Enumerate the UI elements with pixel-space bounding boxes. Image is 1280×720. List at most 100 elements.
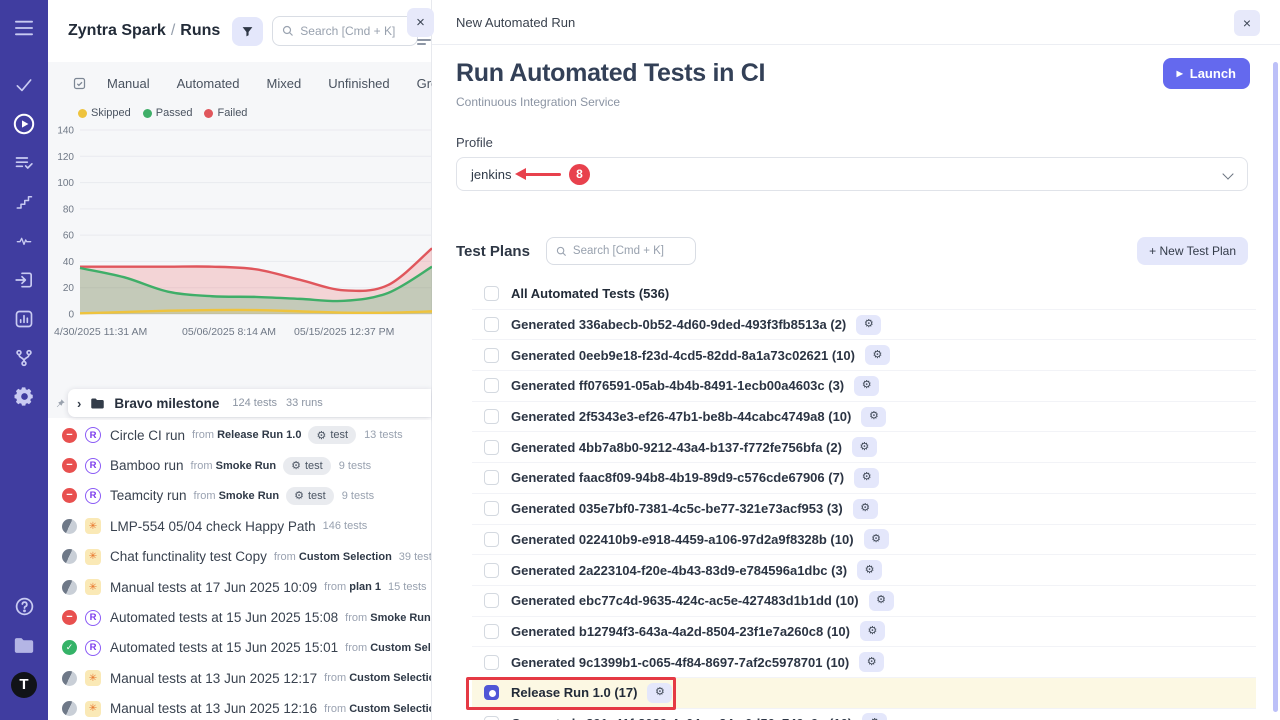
milestone-row[interactable]: › Bravo milestone 124 tests 33 runs bbox=[48, 388, 431, 418]
plan-checkbox[interactable] bbox=[484, 286, 499, 301]
tab-automated[interactable]: Automated bbox=[177, 76, 240, 91]
plan-checkbox[interactable] bbox=[484, 348, 499, 363]
sidebar-item-help[interactable] bbox=[9, 593, 39, 620]
run-row[interactable]: ✳Manual tests at 13 Jun 2025 12:17from C… bbox=[48, 663, 431, 693]
plan-checkbox[interactable] bbox=[484, 716, 499, 720]
test-plan-row[interactable]: Generated 2a223104-f20e-4b43-83d9-e78459… bbox=[472, 555, 1256, 586]
plan-settings-button[interactable]: ⚙ bbox=[857, 560, 882, 580]
svg-text:80: 80 bbox=[63, 204, 75, 215]
sidebar-item-analytics-chart[interactable] bbox=[9, 305, 39, 332]
runs-search bbox=[272, 16, 418, 46]
milestone-card[interactable]: › Bravo milestone 124 tests 33 runs bbox=[68, 389, 431, 417]
tab-manual[interactable]: Manual bbox=[107, 76, 150, 91]
test-plan-row[interactable]: Generated 336abecb-0b52-4d60-9ded-493f3f… bbox=[472, 310, 1256, 341]
plan-checkbox[interactable] bbox=[484, 655, 499, 670]
plan-checkbox[interactable] bbox=[484, 624, 499, 639]
test-plan-row[interactable]: Generated b12794f3-643a-4a2d-8504-23f1e7… bbox=[472, 617, 1256, 648]
run-row[interactable]: −RTeamcity runfrom Smoke Run⚙test9 tests bbox=[48, 481, 431, 511]
run-row[interactable]: −RCircle CI runfrom Release Run 1.0⚙test… bbox=[48, 420, 431, 450]
plan-checkbox[interactable] bbox=[484, 470, 499, 485]
sidebar-item-milestones-steps[interactable] bbox=[9, 188, 39, 215]
test-plan-row[interactable]: All Automated Tests (536) bbox=[472, 279, 1256, 310]
plan-settings-button[interactable]: ⚙ bbox=[852, 437, 877, 457]
branches-icon bbox=[14, 348, 34, 368]
modal-close-button[interactable]: × bbox=[1234, 10, 1260, 36]
run-title: LMP-554 05/04 check Happy Path bbox=[110, 519, 316, 534]
test-plan-row[interactable]: Generated faac8f09-94b8-4b19-89d9-c576cd… bbox=[472, 463, 1256, 494]
tab-mixed[interactable]: Mixed bbox=[267, 76, 302, 91]
plan-settings-button[interactable]: ⚙ bbox=[854, 468, 879, 488]
run-row[interactable]: −RBamboo runfrom Smoke Run⚙test9 tests bbox=[48, 450, 431, 480]
plan-settings-button[interactable]: ⚙ bbox=[859, 652, 884, 672]
select-all-icon[interactable] bbox=[72, 76, 87, 91]
launch-button[interactable]: ▶ Launch bbox=[1163, 58, 1250, 89]
expand-chevron-icon[interactable]: › bbox=[77, 396, 81, 411]
plan-checkbox[interactable] bbox=[484, 317, 499, 332]
run-from-target: Custom Selection bbox=[349, 672, 431, 684]
sidebar: T bbox=[0, 0, 48, 720]
breadcrumb-project[interactable]: Zyntra Spark bbox=[68, 22, 166, 39]
plan-settings-button[interactable]: ⚙ bbox=[854, 376, 879, 396]
in-progress-status-icon bbox=[62, 580, 77, 595]
plan-settings-button[interactable]: ⚙ bbox=[856, 315, 881, 335]
modal-content: Run Automated Tests in CI Continuous Int… bbox=[432, 45, 1280, 720]
run-row[interactable]: ✳Chat functinality test Copyfrom Custom … bbox=[48, 542, 431, 572]
x-axis-label: 05/15/2025 12:37 PM bbox=[294, 326, 394, 338]
plan-checkbox[interactable] bbox=[484, 685, 499, 700]
sidebar-item-tests-check[interactable] bbox=[9, 71, 39, 98]
test-plan-row[interactable]: Generated 2f5343e3-ef26-47b1-be8b-44cabc… bbox=[472, 402, 1256, 433]
test-plan-row[interactable]: Generated e891c41f-8039-4e64-aa24-e0d56e… bbox=[472, 709, 1256, 720]
run-row[interactable]: ✳Manual tests at 17 Jun 2025 10:09from p… bbox=[48, 572, 431, 602]
x-axis-label: 05/06/2025 8:14 AM bbox=[182, 326, 276, 338]
new-test-plan-button[interactable]: + New Test Plan bbox=[1137, 237, 1248, 265]
sidebar-item-branches[interactable] bbox=[9, 344, 39, 371]
test-plans-search-input[interactable] bbox=[573, 245, 685, 257]
filter-button[interactable] bbox=[232, 17, 263, 46]
run-row[interactable]: ✳Manual tests at 13 Jun 2025 12:16from C… bbox=[48, 694, 431, 720]
plan-checkbox[interactable] bbox=[484, 378, 499, 393]
plan-settings-button[interactable]: ⚙ bbox=[647, 683, 672, 703]
plan-checkbox[interactable] bbox=[484, 532, 499, 547]
plan-settings-button[interactable]: ⚙ bbox=[869, 591, 894, 611]
run-row[interactable]: −RAutomated tests at 15 Jun 2025 15:08fr… bbox=[48, 602, 431, 632]
test-plan-row[interactable]: Release Run 1.0 (17)⚙ bbox=[472, 678, 1256, 709]
plan-settings-button[interactable]: ⚙ bbox=[865, 345, 890, 365]
sidebar-item-test-plans[interactable] bbox=[9, 149, 39, 176]
test-plan-row[interactable]: Generated 4bb7a8b0-9212-43a4-b137-f772fe… bbox=[472, 432, 1256, 463]
sidebar-item-import[interactable] bbox=[9, 266, 39, 293]
plan-checkbox[interactable] bbox=[484, 501, 499, 516]
sidebar-item-documentation-folder[interactable] bbox=[9, 632, 39, 659]
run-from-target: Custom Selection bbox=[370, 642, 431, 654]
sidebar-item-menu[interactable] bbox=[9, 14, 39, 41]
pin-icon bbox=[55, 396, 66, 414]
test-plan-row[interactable]: Generated ff076591-05ab-4b4b-8491-1ecb00… bbox=[472, 371, 1256, 402]
annotation-number-badge: 8 bbox=[569, 164, 590, 185]
profile-select[interactable]: jenkins 8 bbox=[456, 157, 1248, 191]
test-plan-row[interactable]: Generated 9c1399b1-c065-4f84-8697-7af2c5… bbox=[472, 647, 1256, 678]
plan-settings-button[interactable]: ⚙ bbox=[862, 713, 887, 720]
test-plan-row[interactable]: Generated ebc77c4d-9635-424c-ac5e-427483… bbox=[472, 586, 1256, 617]
sidebar-item-pulse[interactable] bbox=[9, 227, 39, 254]
runs-search-input[interactable] bbox=[300, 24, 408, 38]
plan-checkbox[interactable] bbox=[484, 563, 499, 578]
app-logo[interactable]: T bbox=[9, 671, 39, 698]
plan-checkbox[interactable] bbox=[484, 593, 499, 608]
run-tests-count: 39 tests bbox=[399, 551, 431, 563]
manual-run-icon: ✳ bbox=[85, 579, 101, 595]
test-plan-row[interactable]: Generated 022410b9-e918-4459-a106-97d2a9… bbox=[472, 525, 1256, 556]
sidebar-item-settings-gear[interactable] bbox=[9, 383, 39, 410]
test-plan-row[interactable]: Generated 0eeb9e18-f23d-4cd5-82dd-8a1a73… bbox=[472, 340, 1256, 371]
plan-settings-button[interactable]: ⚙ bbox=[853, 499, 878, 519]
plan-checkbox[interactable] bbox=[484, 409, 499, 424]
scrollbar-thumb[interactable] bbox=[1273, 62, 1278, 712]
tab-unfinished[interactable]: Unfinished bbox=[328, 76, 389, 91]
run-row[interactable]: ✓RAutomated tests at 15 Jun 2025 15:01fr… bbox=[48, 633, 431, 663]
plan-settings-button[interactable]: ⚙ bbox=[860, 621, 885, 641]
test-plan-row[interactable]: Generated 035e7bf0-7381-4c5c-be77-321e73… bbox=[472, 494, 1256, 525]
plan-settings-button[interactable]: ⚙ bbox=[861, 407, 886, 427]
run-row[interactable]: ✳LMP-554 05/04 check Happy Path146 tests bbox=[48, 511, 431, 541]
runs-panel-close-button[interactable]: × bbox=[407, 8, 434, 37]
sidebar-item-runs-play[interactable] bbox=[9, 110, 39, 137]
plan-settings-button[interactable]: ⚙ bbox=[864, 529, 889, 549]
plan-checkbox[interactable] bbox=[484, 440, 499, 455]
